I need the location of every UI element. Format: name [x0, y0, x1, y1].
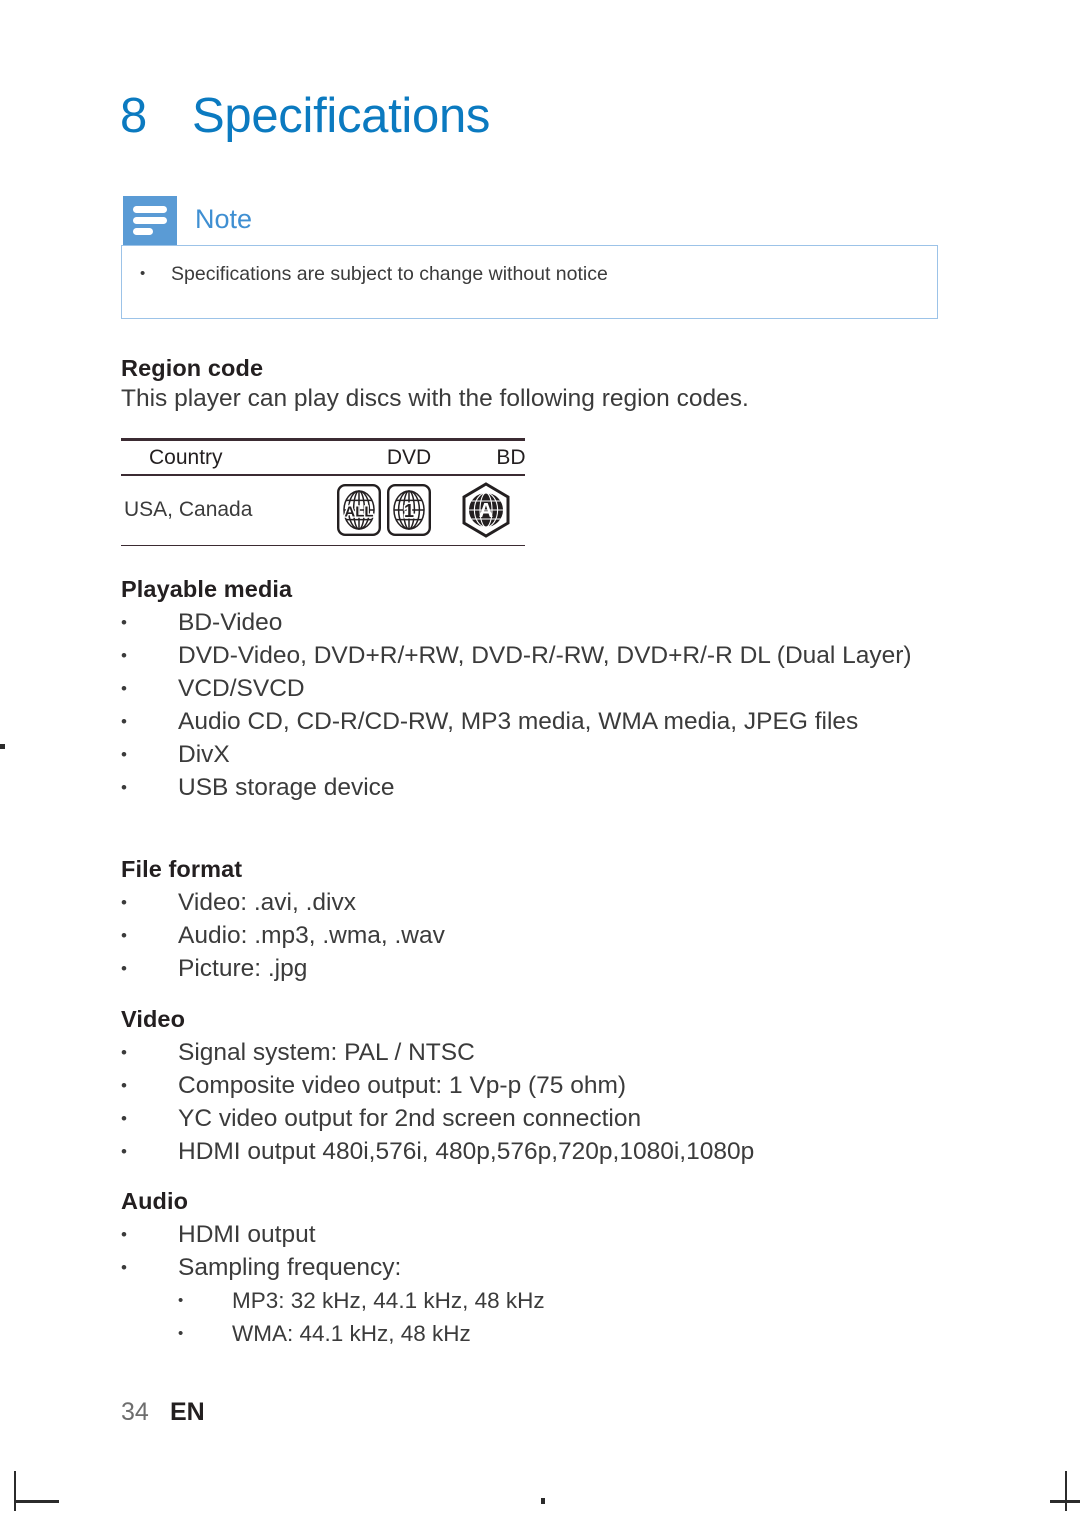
list-item: • HDMI output 480i,576i, 480p,576p,720p,… [121, 1135, 951, 1168]
bullet-glyph: • [121, 893, 127, 912]
table-bottom-rule [121, 544, 525, 547]
list-item-label: Audio CD, CD-R/CD-RW, MP3 media, WMA med… [178, 708, 859, 735]
bullet-glyph: • [121, 1109, 127, 1128]
bullet-glyph: • [121, 959, 127, 978]
list-item: • BD-Video [121, 606, 951, 639]
list-item: • Sampling frequency: [121, 1251, 951, 1284]
list-item-label: Audio: .mp3, .wma, .wav [178, 922, 445, 949]
table-header-row: Country DVD BD [121, 441, 526, 474]
sub-list-item: • WMA: 44.1 kHz, 48 kHz [121, 1317, 951, 1350]
audio-list: • HDMI output • Sampling frequency: • MP… [121, 1218, 951, 1350]
region-code-table: Country DVD BD USA, Canada ALL 1 A [121, 438, 526, 547]
list-item: • Video: .avi, .divx [121, 886, 951, 919]
dvd-region-1-icon: 1 [387, 484, 431, 537]
bullet-glyph: • [121, 712, 127, 731]
sub-list-item-label: WMA: 44.1 kHz, 48 kHz [232, 1321, 471, 1346]
bullet-glyph: • [121, 613, 127, 632]
bullet-glyph: • [121, 1076, 127, 1095]
section-heading-video: Video [121, 1006, 186, 1032]
chapter-title-text: Specifications [192, 89, 491, 143]
playable-media-list: • BD-Video • DVD-Video, DVD+R/+RW, DVD-R… [121, 606, 951, 804]
list-item: • USB storage device [121, 771, 951, 804]
bullet-glyph: • [178, 1292, 184, 1309]
cell-dvd-icons: ALL 1 [324, 484, 444, 537]
list-item: • YC video output for 2nd screen connect… [121, 1102, 951, 1135]
region-code-paragraph: This player can play discs with the foll… [121, 385, 749, 412]
bullet-glyph: • [121, 745, 127, 764]
list-item-label: DVD-Video, DVD+R/+RW, DVD-R/-RW, DVD+R/-… [178, 642, 912, 669]
list-item: • Picture: .jpg [121, 952, 951, 985]
svg-text:A: A [479, 500, 493, 522]
registration-mark [541, 1498, 545, 1504]
note-lines-icon [123, 196, 177, 246]
list-item-label: Video: .avi, .divx [178, 889, 356, 916]
bd-region-a-icon: A [462, 482, 510, 538]
bullet-glyph: • [121, 1258, 127, 1277]
video-list: • Signal system: PAL / NTSC • Composite … [121, 1036, 951, 1168]
svg-text:ALL: ALL [344, 504, 373, 521]
list-item-label: BD-Video [178, 609, 283, 636]
chapter-number: 8 [120, 89, 147, 143]
list-item: • DVD-Video, DVD+R/+RW, DVD-R/-RW, DVD+R… [121, 639, 951, 672]
bullet-glyph: • [140, 265, 146, 282]
list-item-label: Signal system: PAL / NTSC [178, 1039, 475, 1066]
list-item: • HDMI output [121, 1218, 951, 1251]
list-item-label: VCD/SVCD [178, 675, 305, 702]
note-header: Note [123, 196, 252, 246]
column-header-country: Country [149, 445, 223, 469]
bullet-glyph: • [121, 926, 127, 945]
bullet-glyph: • [178, 1325, 184, 1342]
list-item: • Audio CD, CD-R/CD-RW, MP3 media, WMA m… [121, 705, 951, 738]
dvd-region-all-icon: ALL [337, 484, 381, 537]
list-item-label: YC video output for 2nd screen connectio… [178, 1105, 642, 1132]
sub-list-item: • MP3: 32 kHz, 44.1 kHz, 48 kHz [121, 1284, 951, 1317]
bullet-glyph: • [121, 1043, 127, 1062]
cell-bd-icon: A [444, 482, 528, 538]
table-row: USA, Canada ALL 1 A [121, 476, 525, 545]
bullet-glyph: • [121, 1225, 127, 1244]
cell-country: USA, Canada [124, 498, 253, 522]
section-heading-playable-media: Playable media [121, 576, 293, 602]
list-item-label: Sampling frequency: [178, 1254, 402, 1281]
page-footer: 34 EN [121, 1398, 205, 1427]
list-item: • DivX [121, 738, 951, 771]
note-item-text: Specifications are subject to change wit… [171, 263, 608, 285]
note-item: • Specifications are subject to change w… [140, 262, 608, 286]
file-format-list: • Video: .avi, .divx • Audio: .mp3, .wma… [121, 886, 951, 985]
section-heading-audio: Audio [121, 1188, 189, 1214]
edge-tick-mark [0, 744, 5, 749]
sub-list-item-label: MP3: 32 kHz, 44.1 kHz, 48 kHz [232, 1288, 545, 1313]
list-item: • VCD/SVCD [121, 672, 951, 705]
list-item: • Signal system: PAL / NTSC [121, 1036, 951, 1069]
note-label: Note [195, 204, 253, 234]
crop-mark-bottom-left-horizontal [14, 1500, 59, 1503]
bullet-glyph: • [121, 778, 127, 797]
document-page: 8 Specifications Note • Specifications a… [0, 0, 1080, 1528]
page-number: 34 [121, 1398, 149, 1426]
section-heading-region-code: Region code [121, 355, 264, 381]
list-item: • Composite video output: 1 Vp-p (75 ohm… [121, 1069, 951, 1102]
list-item-label: HDMI output 480i,576i, 480p,576p,720p,10… [178, 1138, 755, 1165]
list-item-label: USB storage device [178, 774, 395, 801]
bullet-glyph: • [121, 1142, 127, 1161]
page-language: EN [170, 1398, 205, 1426]
crop-mark-bottom-right-vertical [1065, 1471, 1067, 1511]
list-item-label: DivX [178, 741, 230, 768]
column-header-bd: BD [496, 445, 526, 469]
bullet-glyph: • [121, 679, 127, 698]
section-heading-file-format: File format [121, 856, 243, 882]
crop-mark-bottom-left-vertical [14, 1471, 16, 1511]
list-item-label: Composite video output: 1 Vp-p (75 ohm) [178, 1072, 627, 1099]
bullet-glyph: • [121, 646, 127, 665]
list-item-label: HDMI output [178, 1221, 316, 1248]
column-header-dvd: DVD [386, 445, 432, 469]
list-item-label: Picture: .jpg [178, 955, 308, 982]
svg-text:1: 1 [404, 501, 414, 521]
list-item: • Audio: .mp3, .wma, .wav [121, 919, 951, 952]
page-title: 8 Specifications [120, 88, 490, 144]
crop-mark-bottom-right-horizontal [1050, 1500, 1080, 1503]
